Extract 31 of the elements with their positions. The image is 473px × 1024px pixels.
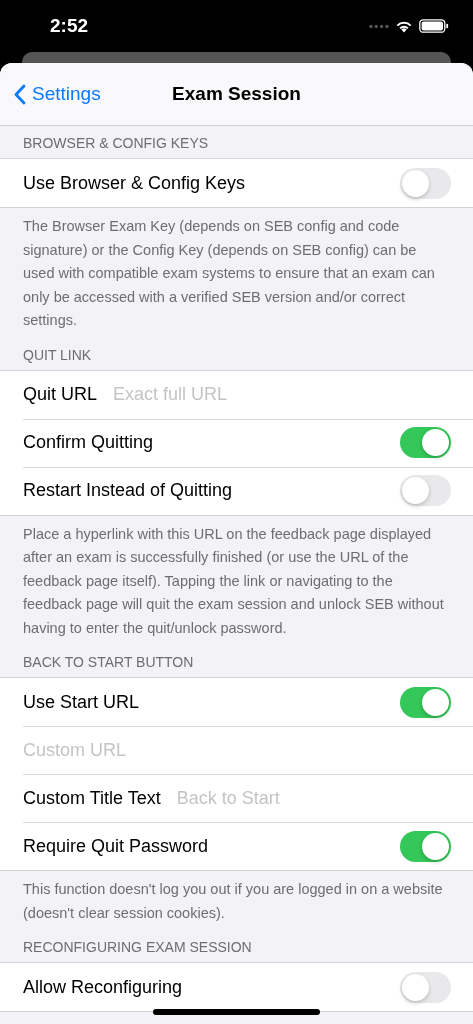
text-field[interactable]: Back to Start (176, 787, 451, 809)
setting-label: Allow Reconfiguring (23, 976, 183, 998)
setting-label: Confirm Quitting (23, 432, 154, 453)
setting-label: Use Start URL (23, 691, 140, 713)
setting-label: Use Browser & Config Keys (23, 172, 246, 194)
chevron-left-icon (14, 83, 26, 105)
toggle-switch[interactable] (400, 475, 451, 506)
toggle-switch[interactable] (400, 971, 451, 1003)
section-footer: Place a hyperlink with this URL on the feedback page displayed after an exam is successfully finished (or use the URL of the feedback page itself). Tapping the link or navigating to the feedback page will quit the exam session and unlock SEB without having to enter the quit/unlock password. (0, 515, 473, 640)
nav-title: Exam Session (172, 83, 301, 104)
text-field[interactable]: Custom URL (23, 739, 451, 761)
back-button[interactable]: Settings (0, 82, 107, 106)
toggle-switch[interactable] (400, 427, 451, 458)
signal-icon (369, 23, 389, 29)
toggle-switch[interactable] (400, 830, 451, 862)
toggle-switch[interactable] (400, 686, 451, 718)
wifi-icon (395, 19, 413, 33)
status-time: 2:52 (50, 15, 89, 37)
section-header: RECONFIGURING EXAM SESSION (23, 939, 252, 955)
setting-label: Require Quit Password (23, 835, 209, 857)
battery-icon (419, 19, 449, 33)
section-header: BACK TO START BUTTON (23, 654, 194, 670)
text-field[interactable]: Exact full URL (113, 384, 451, 405)
field-label: Custom Title Text (23, 787, 161, 809)
field-label: Quit URL (23, 384, 98, 405)
section-footer: The Browser Exam Key (depends on SEB config and code signature) or the Config Key (depends on SEB config) can be used with compatible exam systems to ensure that an exam can only be accessed with a verified SEB version and/or correct settings. (0, 208, 473, 333)
setting-label: Restart Instead of Quitting (23, 480, 233, 501)
section-footer: This function doesn't log you out if you are logged in on a website (doesn't clear session cookies). (0, 871, 473, 925)
section-header: QUIT LINK (23, 346, 92, 363)
toggle-switch[interactable] (400, 167, 451, 199)
section-header: BROWSER & CONFIG KEYS (23, 135, 209, 151)
